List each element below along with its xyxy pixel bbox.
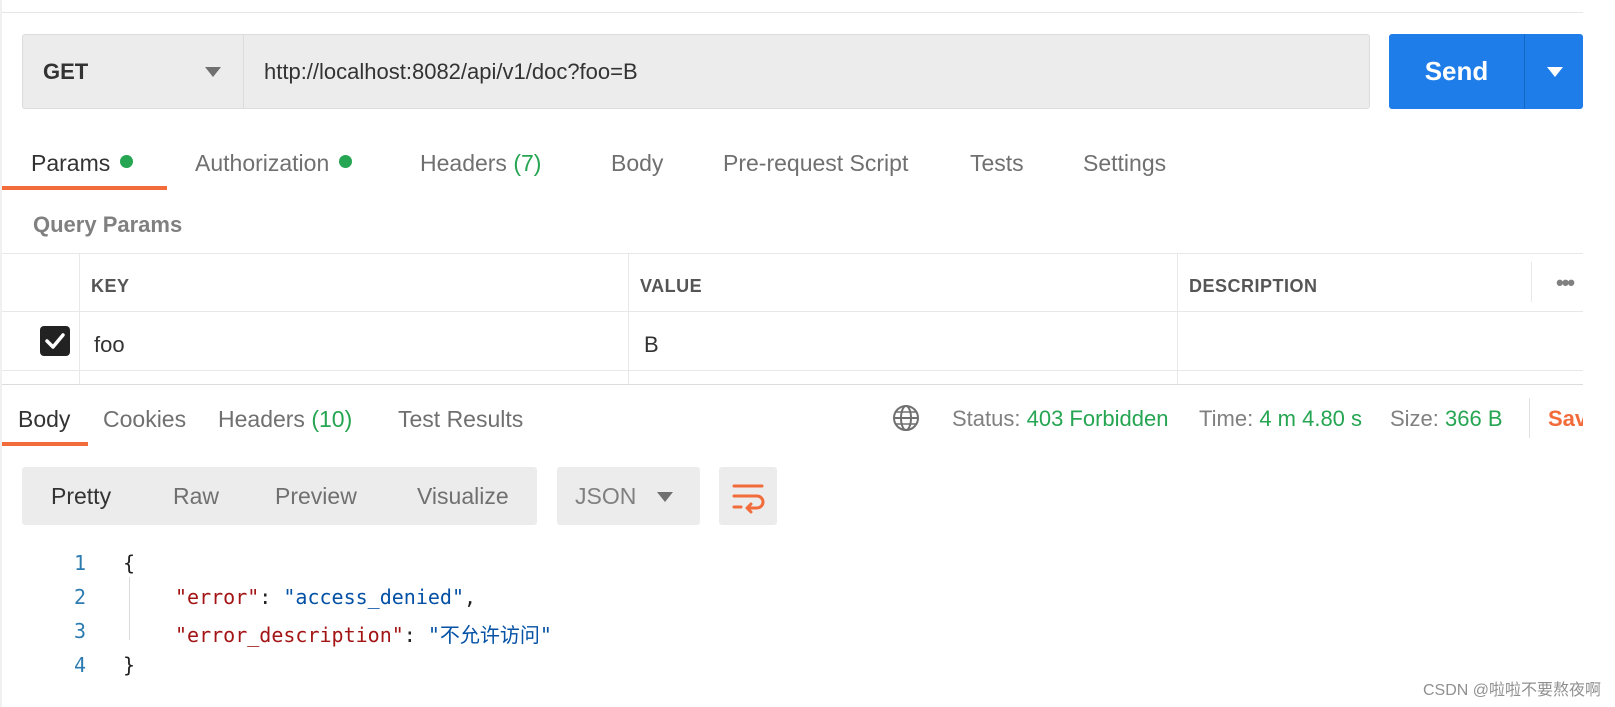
indent-guide (129, 577, 130, 640)
response-size[interactable]: Size: 366 B (1390, 406, 1503, 432)
code-open-brace[interactable]: { (123, 551, 135, 575)
view-preview[interactable]: Preview (275, 483, 357, 510)
chevron-down-icon (205, 67, 221, 77)
format-select[interactable]: JSON (557, 467, 700, 525)
tab-label: Headers (420, 150, 507, 176)
line-number: 4 (73, 653, 86, 677)
view-pretty[interactable]: Pretty (51, 483, 111, 510)
size-value: 366 B (1445, 406, 1503, 431)
json-key: "error_description" (175, 623, 404, 647)
response-tab-body[interactable]: Body (18, 406, 70, 433)
json-value: "access_denied" (283, 585, 465, 609)
method-select[interactable]: GET (22, 34, 243, 109)
size-label: Size: (1390, 406, 1439, 431)
tab-label: Headers (218, 406, 305, 432)
globe-icon[interactable] (892, 404, 920, 432)
code-close-brace[interactable]: } (123, 653, 135, 677)
active-dot-icon (339, 155, 353, 168)
query-params-title: Query Params (33, 212, 183, 237)
line-number: 2 (73, 585, 86, 609)
response-status[interactable]: Status: 403 Forbidden (952, 406, 1169, 432)
code-line[interactable]: "error_description": "不允许访问" (175, 619, 552, 648)
column-header-description: DESCRIPTION (1189, 276, 1318, 296)
table-top-border (2, 253, 1583, 254)
more-options-icon[interactable]: ••• (1556, 270, 1575, 296)
tab-settings[interactable]: Settings (1083, 150, 1166, 177)
send-options-button[interactable] (1524, 34, 1583, 109)
tab-authorization[interactable]: Authorization (195, 150, 353, 177)
column-divider (79, 253, 80, 384)
view-raw[interactable]: Raw (173, 483, 219, 510)
column-divider (1531, 262, 1532, 302)
response-tab-headers[interactable]: Headers (10) (218, 406, 352, 433)
line-number: 1 (73, 551, 86, 575)
json-comma: , (464, 585, 477, 609)
top-divider (0, 12, 1583, 13)
checkmark-icon (45, 333, 65, 349)
tab-body[interactable]: Body (611, 150, 663, 177)
wrap-lines-icon (732, 484, 765, 514)
param-key-cell[interactable]: foo (94, 332, 125, 358)
json-value: "不允许访问" (427, 623, 552, 647)
time-value: 4 m 4.80 s (1259, 406, 1363, 431)
left-edge (0, 0, 2, 707)
save-response-button[interactable]: Save (1548, 406, 1583, 432)
column-divider (1177, 253, 1178, 384)
send-button[interactable]: Send (1389, 34, 1524, 109)
column-divider (628, 253, 629, 384)
headers-count: (10) (311, 406, 353, 432)
tab-headers[interactable]: Headers (7) (420, 150, 541, 177)
active-dot-icon (120, 155, 134, 168)
table-header-border (2, 311, 1583, 312)
tab-label: Authorization (195, 150, 330, 176)
headers-count: (7) (513, 150, 542, 176)
method-label: GET (43, 58, 89, 84)
param-value-cell[interactable]: B (644, 332, 659, 358)
line-number: 3 (73, 619, 86, 643)
response-time[interactable]: Time: 4 m 4.80 s (1199, 406, 1362, 432)
column-header-value: VALUE (640, 276, 703, 296)
time-label: Time: (1199, 406, 1254, 431)
tab-pre-request-script[interactable]: Pre-request Script (723, 150, 908, 177)
pane-divider[interactable] (2, 384, 1583, 385)
json-key: "error" (175, 585, 260, 609)
view-visualize[interactable]: Visualize (417, 483, 509, 510)
tab-params[interactable]: Params (31, 150, 134, 177)
status-label: Status: (952, 406, 1021, 431)
status-value: 403 Forbidden (1026, 406, 1169, 431)
code-line[interactable]: "error": "access_denied", (175, 585, 476, 609)
url-input[interactable]: http://localhost:8082/api/v1/doc?foo=B (243, 34, 1370, 109)
active-tab-indicator (2, 186, 167, 190)
format-label: JSON (575, 483, 637, 509)
chevron-down-icon (657, 492, 673, 502)
response-tab-cookies[interactable]: Cookies (103, 406, 186, 433)
wrap-lines-button[interactable] (719, 467, 777, 525)
toolbar-divider (1529, 398, 1530, 438)
column-header-key: KEY (91, 276, 130, 296)
tab-label: Params (31, 150, 111, 176)
tab-tests[interactable]: Tests (970, 150, 1024, 177)
watermark: CSDN @啦啦不要熬夜啊 (1422, 682, 1601, 699)
chevron-down-icon (1547, 67, 1563, 77)
table-row-border (2, 370, 1583, 371)
active-tab-indicator (2, 442, 88, 446)
param-enabled-checkbox[interactable] (40, 326, 70, 356)
response-tab-test-results[interactable]: Test Results (398, 406, 523, 433)
